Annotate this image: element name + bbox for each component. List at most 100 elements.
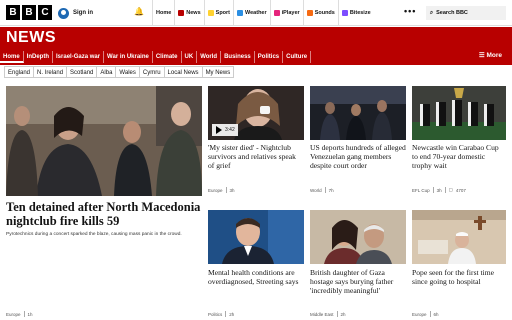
section-nav: Home InDepth Israel-Gaza war War in Ukra… <box>0 49 512 65</box>
card-photo-illustration <box>412 86 506 140</box>
masthead-nav: Home News Sport Weather iPlayer Sounds B… <box>152 0 374 26</box>
card-photo-illustration <box>310 210 406 264</box>
sub-nav: England N. Ireland Scotland Alba Wales C… <box>4 66 235 78</box>
card-image[interactable] <box>412 86 506 140</box>
meta-divider <box>324 187 326 193</box>
nav-iplayer-label: iPlayer <box>281 10 300 16</box>
search-icon: ⌕ <box>430 9 434 16</box>
nav-weather[interactable]: Weather <box>233 0 270 26</box>
card-image[interactable] <box>310 210 406 264</box>
masthead: B B C Sign in 🔔 Home News Sport Weather … <box>0 0 512 26</box>
subnav-n-ireland[interactable]: N. Ireland <box>33 66 68 78</box>
lead-image[interactable] <box>6 86 202 196</box>
subnav-cymru[interactable]: Cymru <box>138 66 165 78</box>
play-icon <box>216 126 222 134</box>
news-title[interactable]: NEWS <box>6 29 56 47</box>
subnav-scotland[interactable]: Scotland <box>66 66 98 78</box>
card-meta: World 7h <box>310 187 334 193</box>
comments-icon: ▢ <box>448 187 453 192</box>
card-age: 7h <box>328 187 334 193</box>
nav-sounds-label: Sounds <box>314 10 335 16</box>
card-section[interactable]: Middle East <box>310 312 334 317</box>
card-meta: Europe 6h <box>412 311 439 317</box>
card-headline[interactable]: British daughter of Gaza hostage says bu… <box>310 268 406 295</box>
section-climate[interactable]: Climate <box>153 51 182 63</box>
nav-sport[interactable]: Sport <box>203 0 233 26</box>
card-image[interactable] <box>208 210 304 264</box>
card-section[interactable]: EFL Cup <box>412 188 430 193</box>
section-culture[interactable]: Culture <box>283 51 312 63</box>
card-photo-illustration <box>412 210 506 264</box>
lead-headline[interactable]: Ten detained after North Macedonia night… <box>6 200 202 228</box>
logo-letter-c: C <box>38 5 52 20</box>
card-headline[interactable]: 'My sister died' - Nightclub survivors a… <box>208 143 304 170</box>
card-age: 3h <box>229 187 235 193</box>
meta-divider <box>432 187 434 193</box>
nav-home[interactable]: Home <box>152 0 174 26</box>
section-indepth[interactable]: InDepth <box>24 51 54 63</box>
card-meta: Europe 3h <box>208 187 235 193</box>
card-headline[interactable]: Mental health conditions are overdiagnos… <box>208 268 304 286</box>
section-world[interactable]: World <box>197 51 222 63</box>
card-meta: EFL Cup 3h ▢ 4707 <box>412 187 466 193</box>
news-icon <box>178 10 185 16</box>
lead-age: 1h <box>27 311 33 317</box>
nav-sounds[interactable]: Sounds <box>302 0 338 26</box>
subnav-wales[interactable]: Wales <box>115 66 140 78</box>
nav-weather-label: Weather <box>245 10 267 16</box>
card-section[interactable]: Europe <box>412 312 427 317</box>
news-banner: NEWS <box>0 27 512 49</box>
card-section[interactable]: Politics <box>208 312 222 317</box>
nav-bitesize-label: Bitesize <box>349 10 371 16</box>
card-section[interactable]: World <box>310 188 322 193</box>
section-israel-gaza[interactable]: Israel-Gaza war <box>53 51 105 63</box>
nav-bitesize[interactable]: Bitesize <box>337 0 374 26</box>
card-image[interactable]: 3:42 <box>208 86 304 140</box>
card-headline[interactable]: US deports hundreds of alleged Venezuela… <box>310 143 406 170</box>
section-ukraine[interactable]: War in Ukraine <box>104 51 153 63</box>
nav-news-label: News <box>186 10 201 16</box>
search-input[interactable]: ⌕ Search BBC <box>426 6 506 20</box>
comments-count[interactable]: 4707 <box>456 188 466 193</box>
card-headline[interactable]: Pope seen for the first time since going… <box>412 268 506 286</box>
account-icon <box>58 7 69 19</box>
bbc-logo[interactable]: B B C <box>6 5 52 20</box>
logo-letter-b1: B <box>6 5 20 20</box>
section-home[interactable]: Home <box>0 51 24 63</box>
section-business[interactable]: Business <box>221 51 255 63</box>
card-age: 2h <box>340 311 346 317</box>
lead-photo-illustration <box>6 86 202 196</box>
nav-sport-label: Sport <box>215 10 231 16</box>
notifications-bell-icon[interactable]: 🔔 <box>134 7 144 16</box>
card-image[interactable] <box>310 86 406 140</box>
signin-button[interactable]: Sign in <box>58 6 93 20</box>
card-age: 2h <box>229 311 235 317</box>
more-menu-button[interactable]: ••• <box>404 6 416 16</box>
sport-icon <box>207 10 214 16</box>
nav-home-label: Home <box>156 10 172 16</box>
weather-icon <box>237 10 244 16</box>
lead-section[interactable]: Europe <box>6 312 21 317</box>
card-headline[interactable]: Newcastle win Carabao Cup to end 70-year… <box>412 143 506 170</box>
subnav-alba[interactable]: Alba <box>96 66 117 78</box>
meta-divider <box>336 311 338 317</box>
subnav-my-news[interactable]: My News <box>201 66 235 78</box>
section-uk[interactable]: UK <box>182 51 198 63</box>
logo-letter-b2: B <box>22 5 36 20</box>
nav-news[interactable]: News <box>174 0 203 26</box>
lead-summary: Pyrotechnics during a concert sparked th… <box>6 232 182 237</box>
meta-divider <box>225 311 227 317</box>
nav-iplayer[interactable]: iPlayer <box>269 0 303 26</box>
more-sections-button[interactable]: ☰ More <box>479 51 502 59</box>
card-image[interactable] <box>412 210 506 264</box>
video-play-button[interactable]: 3:42 <box>212 124 238 136</box>
card-age: 3h <box>436 187 442 193</box>
bitesize-icon <box>341 10 348 16</box>
meta-divider <box>23 311 25 317</box>
subnav-local-news[interactable]: Local News <box>163 66 203 78</box>
subnav-england[interactable]: England <box>4 66 35 78</box>
meta-divider <box>444 187 446 193</box>
section-politics[interactable]: Politics <box>255 51 284 63</box>
card-section[interactable]: Europe <box>208 188 223 193</box>
iplayer-icon <box>273 10 280 16</box>
